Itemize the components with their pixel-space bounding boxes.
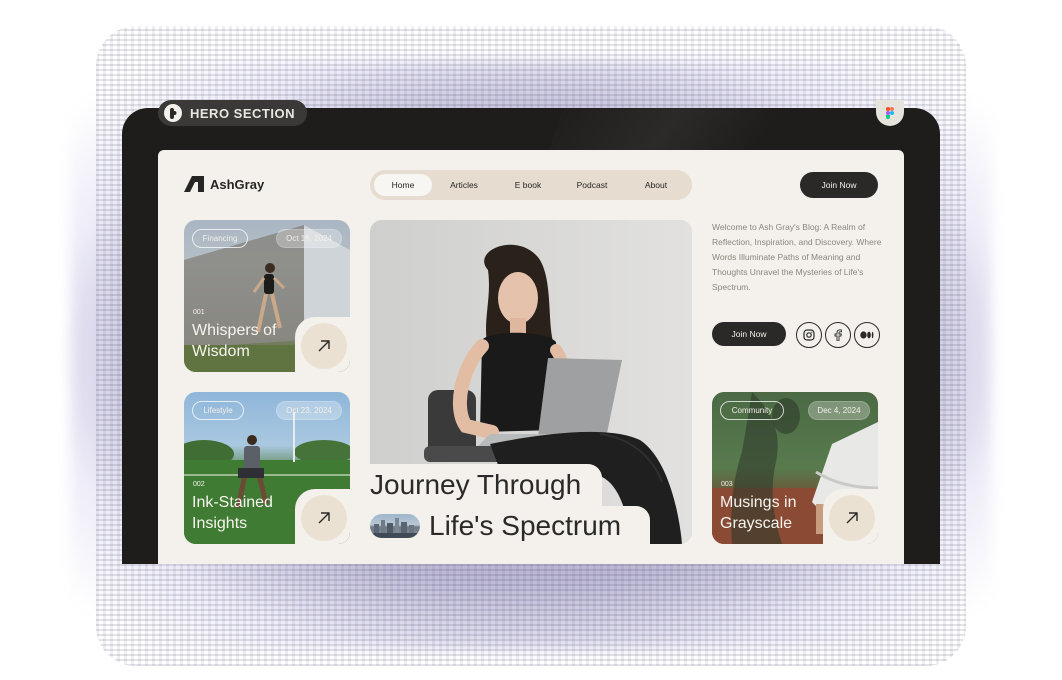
open-article-button[interactable]	[301, 323, 347, 369]
nav-home[interactable]: Home	[374, 174, 432, 196]
medium-icon[interactable]	[854, 322, 880, 348]
nav-articles[interactable]: Articles	[432, 174, 496, 196]
category-tag[interactable]: Lifestyle	[192, 401, 244, 420]
card-number: 002	[193, 481, 205, 488]
logo-mark-icon	[184, 176, 204, 192]
article-card[interactable]: Community Dec 4, 2024 003 Musings in Gra…	[712, 392, 878, 544]
nav-about[interactable]: About	[624, 174, 688, 196]
nav-podcast[interactable]: Podcast	[560, 174, 624, 196]
date-badge: Dec 4, 2024	[808, 401, 870, 420]
arrow-notch	[295, 489, 350, 544]
facebook-icon[interactable]	[825, 322, 851, 348]
join-now-button[interactable]: Join Now	[800, 172, 878, 198]
card-title-line-1: Musings in	[720, 494, 797, 511]
intro-text: Welcome to Ash Gray's Blog: A Realm of R…	[712, 222, 882, 292]
date-badge: Oct 23, 2024	[276, 401, 342, 420]
category-tag[interactable]: Community	[720, 401, 784, 420]
arrow-up-right-icon	[318, 340, 330, 352]
card-title-line-2: Insights	[192, 515, 248, 532]
arrow-up-right-icon	[318, 512, 330, 524]
brand-name: AshGray	[210, 176, 265, 192]
city-thumbnail	[370, 514, 420, 538]
nav-ebook[interactable]: E book	[496, 174, 560, 196]
card-title-line-1: Whispers of	[192, 322, 277, 339]
card-number: 001	[193, 309, 205, 316]
main-nav: Home Articles E book Podcast About	[370, 170, 692, 200]
arrow-up-right-icon	[846, 512, 858, 524]
frame-label-text: HERO SECTION	[190, 105, 295, 121]
frame-label: HERO SECTION	[158, 100, 307, 126]
hero-headline-line-1: Journey Through	[370, 464, 602, 506]
card-title: Whispers of Wisdom	[192, 320, 276, 362]
figma-icon	[164, 104, 182, 122]
arrow-notch	[295, 317, 350, 372]
card-title-line-2: Grayscale	[720, 515, 793, 532]
card-title: Musings in Grayscale	[720, 492, 796, 534]
article-card[interactable]: Lifestyle Oct 23, 2024 002 Ink-Stained I…	[184, 392, 350, 544]
category-tag[interactable]: Financing	[192, 229, 248, 248]
brand-logo[interactable]: AshGray	[184, 176, 264, 192]
date-badge: Oct 16, 2024	[276, 229, 342, 248]
website-screen: AshGray Home Articles E book Podcast Abo…	[158, 150, 904, 564]
join-now-secondary-button[interactable]: Join Now	[712, 322, 786, 346]
card-number: 003	[721, 481, 733, 488]
instagram-icon[interactable]	[796, 322, 822, 348]
open-article-button[interactable]	[829, 495, 875, 541]
hero-headline-line-2-wrap: Life's Spectrum	[370, 506, 650, 546]
card-title-line-1: Ink-Stained	[192, 494, 273, 511]
card-title-line-2: Wisdom	[192, 343, 250, 360]
hero-headline-line-2: Life's Spectrum	[429, 510, 622, 541]
article-card[interactable]: Financing Oct 16, 2024 001 Whispers of W…	[184, 220, 350, 372]
open-article-button[interactable]	[301, 495, 347, 541]
card-title: Ink-Stained Insights	[192, 492, 273, 534]
arrow-notch	[823, 489, 878, 544]
